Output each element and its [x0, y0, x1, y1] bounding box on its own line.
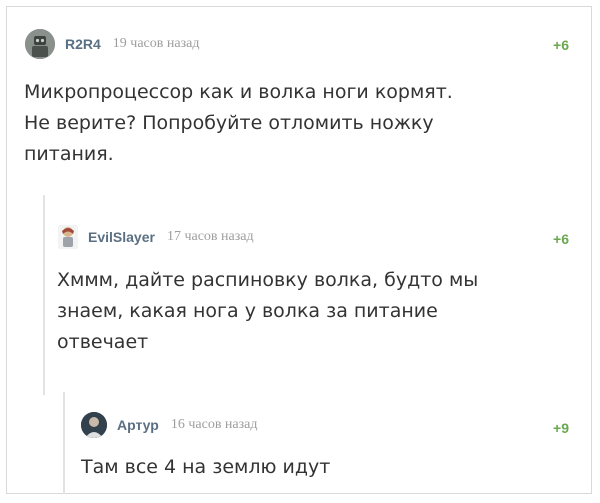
- comment-rating[interactable]: +6: [553, 37, 569, 53]
- comment-author[interactable]: Артур: [117, 417, 159, 433]
- comment-1: R2R4 19 часов назад +6 Микропроцессор ка…: [7, 7, 591, 197]
- comment-time[interactable]: 16 часов назад: [171, 417, 258, 433]
- comment-time[interactable]: 17 часов назад: [167, 229, 254, 245]
- comment-author[interactable]: EvilSlayer: [88, 229, 155, 245]
- comment-2: EvilSlayer 17 часов назад +6 Хммм, дайте…: [43, 195, 591, 395]
- comment-text: Микропроцессор как и волка ноги кормят. …: [24, 81, 453, 165]
- comment-3: Артур 16 часов назад +9 Там все 4 на зем…: [63, 392, 591, 494]
- thread-line: [43, 195, 45, 395]
- comment-text: Хммм, дайте распиновку волка, будто мы з…: [57, 269, 479, 353]
- comment-rating[interactable]: +6: [553, 231, 569, 247]
- robot-avatar-icon[interactable]: [25, 29, 55, 59]
- comment-rating[interactable]: +9: [553, 420, 569, 436]
- comment-time[interactable]: 19 часов назад: [113, 36, 200, 52]
- person-avatar-icon[interactable]: [81, 412, 107, 438]
- character-avatar-icon[interactable]: [58, 225, 78, 249]
- comment-author[interactable]: R2R4: [65, 36, 101, 52]
- thread-line: [63, 392, 65, 494]
- comment-text: Там все 4 на землю идут: [81, 456, 331, 478]
- comments-container: R2R4 19 часов назад +6 Микропроцессор ка…: [6, 6, 592, 494]
